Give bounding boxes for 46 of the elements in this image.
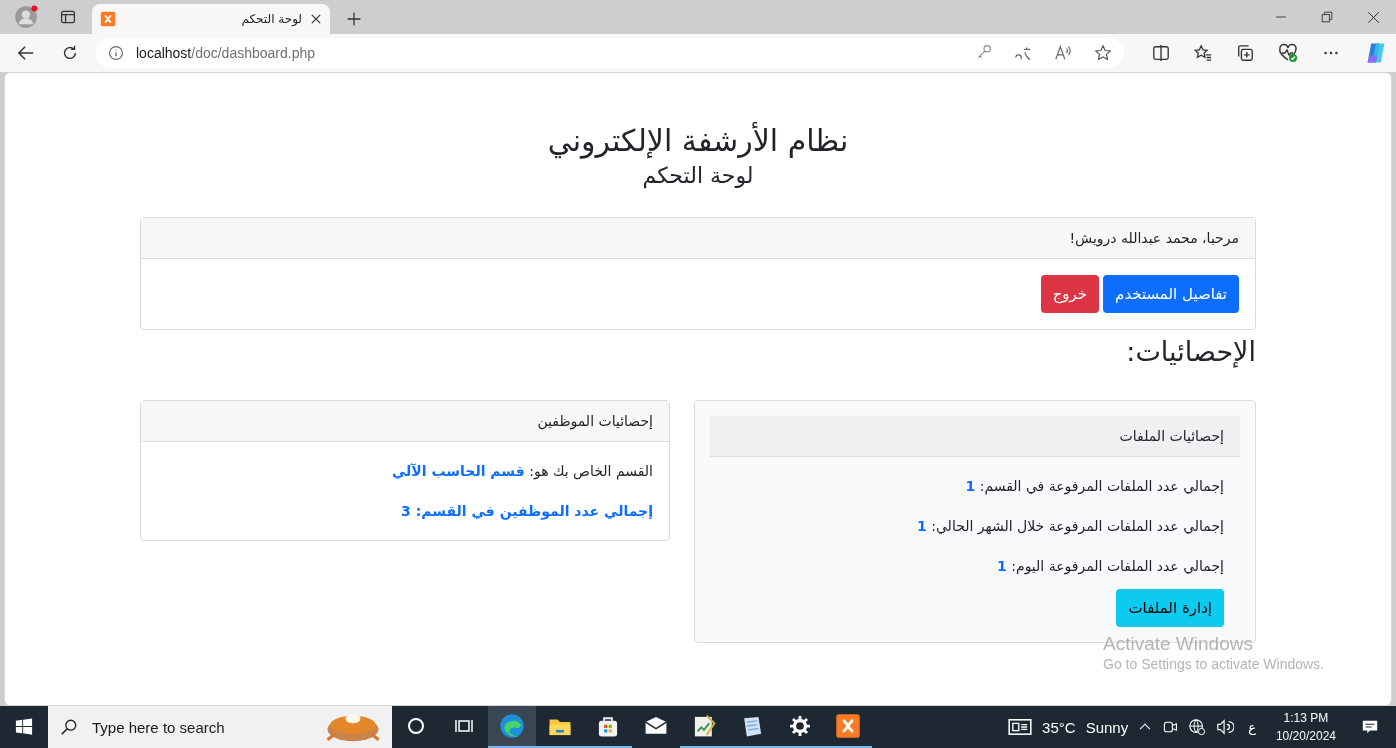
windows-start-icon[interactable]: [15, 718, 33, 736]
health-icon[interactable]: [1278, 43, 1298, 63]
notifications-icon[interactable]: [1361, 718, 1379, 736]
activation-hint: Go to Settings to activate Windows.: [1103, 655, 1324, 673]
new-tab-icon[interactable]: [346, 11, 362, 27]
profile-icon[interactable]: [14, 5, 38, 29]
browser-tab[interactable]: لوحة التحكم: [92, 4, 330, 34]
edge-icon[interactable]: [499, 713, 525, 739]
refresh-icon[interactable]: [61, 44, 79, 62]
back-icon[interactable]: [17, 44, 35, 62]
clock[interactable]: 1:13 PM 10/20/2024: [1269, 709, 1342, 745]
favorites-icon[interactable]: [1194, 44, 1212, 62]
page-title: نظام الأرشفة الإلكتروني: [546, 121, 850, 161]
welcome-text: مرحبا، محمد عبدالله درويش!: [1069, 230, 1239, 246]
collections-icon[interactable]: [1236, 44, 1254, 62]
card-title: إحصائيات الملفات: [1119, 428, 1224, 444]
network-icon[interactable]: [1188, 718, 1207, 736]
user-details-button[interactable]: تفاصيل المستخدم: [1103, 275, 1239, 313]
settings-icon[interactable]: [789, 715, 811, 737]
volume-icon[interactable]: [1216, 718, 1235, 736]
star-icon[interactable]: [1094, 44, 1112, 62]
info-icon: [108, 45, 124, 61]
logout-button[interactable]: خروج: [1040, 275, 1100, 313]
key-icon[interactable]: [976, 44, 992, 60]
close-icon[interactable]: [310, 13, 322, 25]
stat-line: القسم الخاص بك هو: قسم الحاسب الآلي: [390, 462, 654, 482]
page-subtitle: لوحة التحكم: [641, 162, 755, 191]
manage-files-button[interactable]: إدارة الملفات: [1116, 589, 1224, 627]
split-screen-icon[interactable]: [1152, 44, 1170, 62]
xampp-icon[interactable]: [835, 713, 861, 739]
cortana-icon[interactable]: [406, 716, 426, 736]
camera-icon[interactable]: [1162, 719, 1179, 735]
restore-icon[interactable]: [1321, 11, 1333, 23]
search-icon: [60, 718, 78, 736]
card-title: إحصائيات الموظفين: [537, 413, 653, 429]
temperature-text: 35°C: [1042, 718, 1076, 736]
read-aloud-icon[interactable]: [1054, 44, 1072, 62]
address-bar[interactable]: localhost/doc/dashboard.php: [96, 38, 1124, 68]
xampp-icon: [100, 11, 116, 27]
tab-actions-icon[interactable]: [60, 9, 76, 25]
taskbar-search-field[interactable]: Type here to search: [48, 706, 392, 748]
weather-text: Sunny: [1085, 718, 1129, 736]
activation-title: Activate Windows: [1103, 633, 1254, 655]
stats-heading: الإحصائيات:: [1125, 335, 1256, 370]
close-icon[interactable]: [1366, 10, 1380, 24]
input-language[interactable]: ع: [1244, 719, 1260, 735]
